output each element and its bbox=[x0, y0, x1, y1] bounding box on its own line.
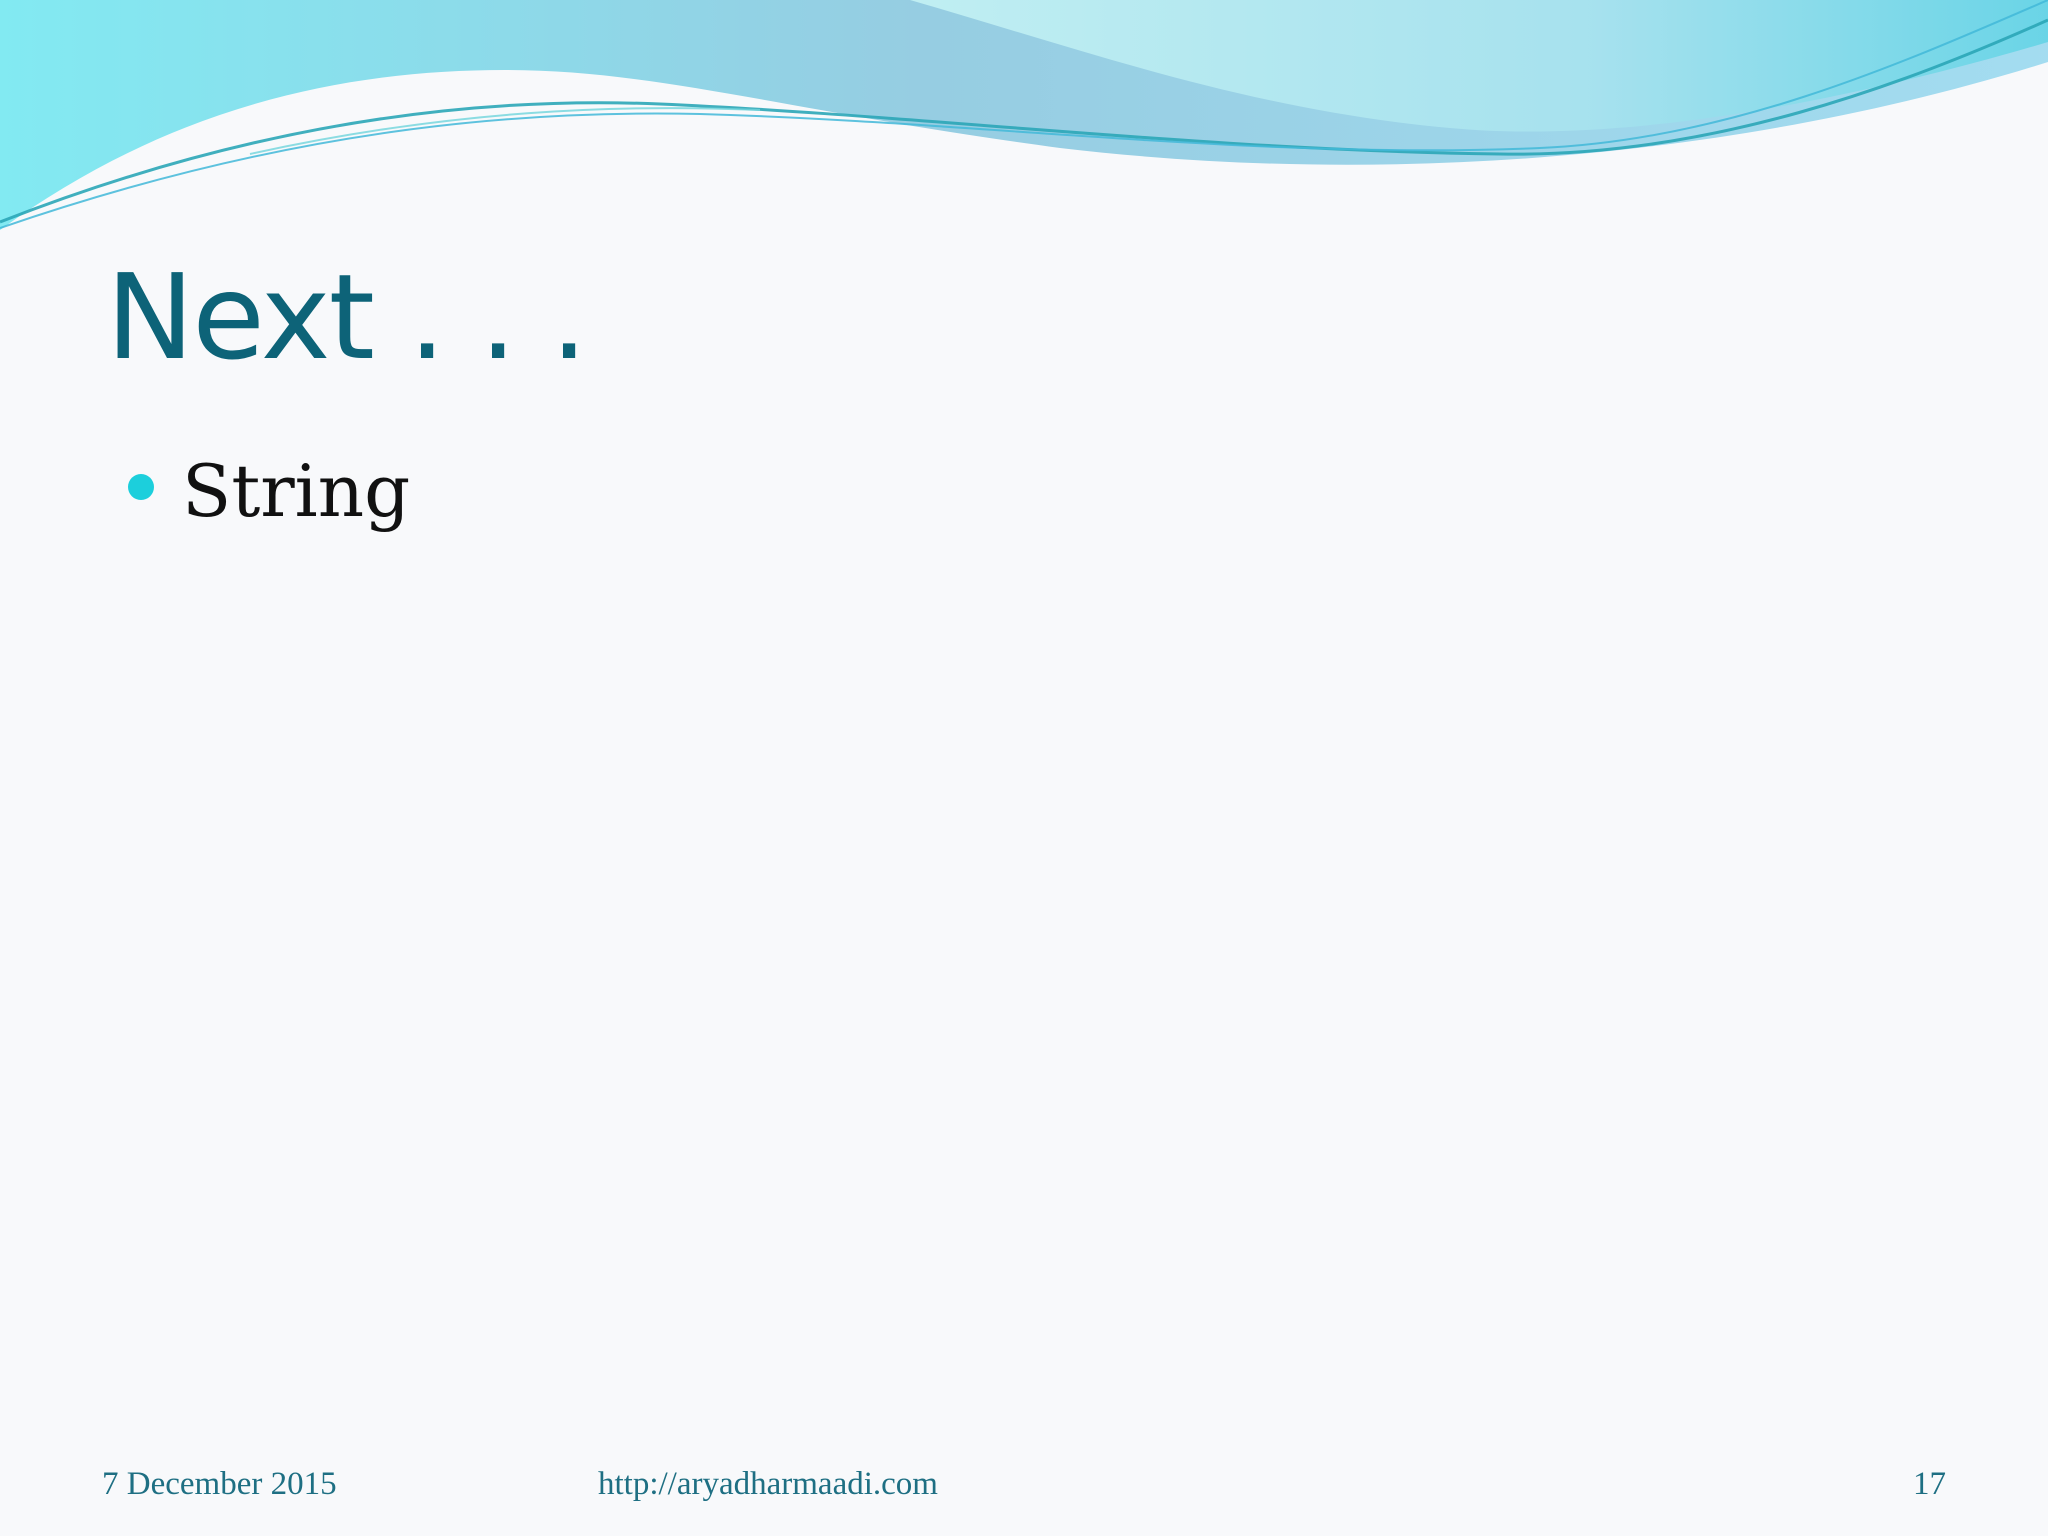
bullet-item: String bbox=[128, 448, 410, 534]
slide: Next . . . String 7 December 2015 http:/… bbox=[0, 0, 2048, 1536]
slide-title: Next . . . bbox=[106, 248, 588, 386]
footer-url-link[interactable]: http://aryadharmaadi.com bbox=[598, 1468, 938, 1501]
bullet-text: String bbox=[182, 449, 411, 533]
bullet-dot-icon bbox=[128, 474, 154, 501]
page-number: 17 bbox=[1913, 1466, 1946, 1502]
bullet-list: String bbox=[128, 448, 410, 534]
footer-date: 7 December 2015 bbox=[102, 1466, 337, 1502]
header-wave-decoration bbox=[0, 0, 2048, 230]
